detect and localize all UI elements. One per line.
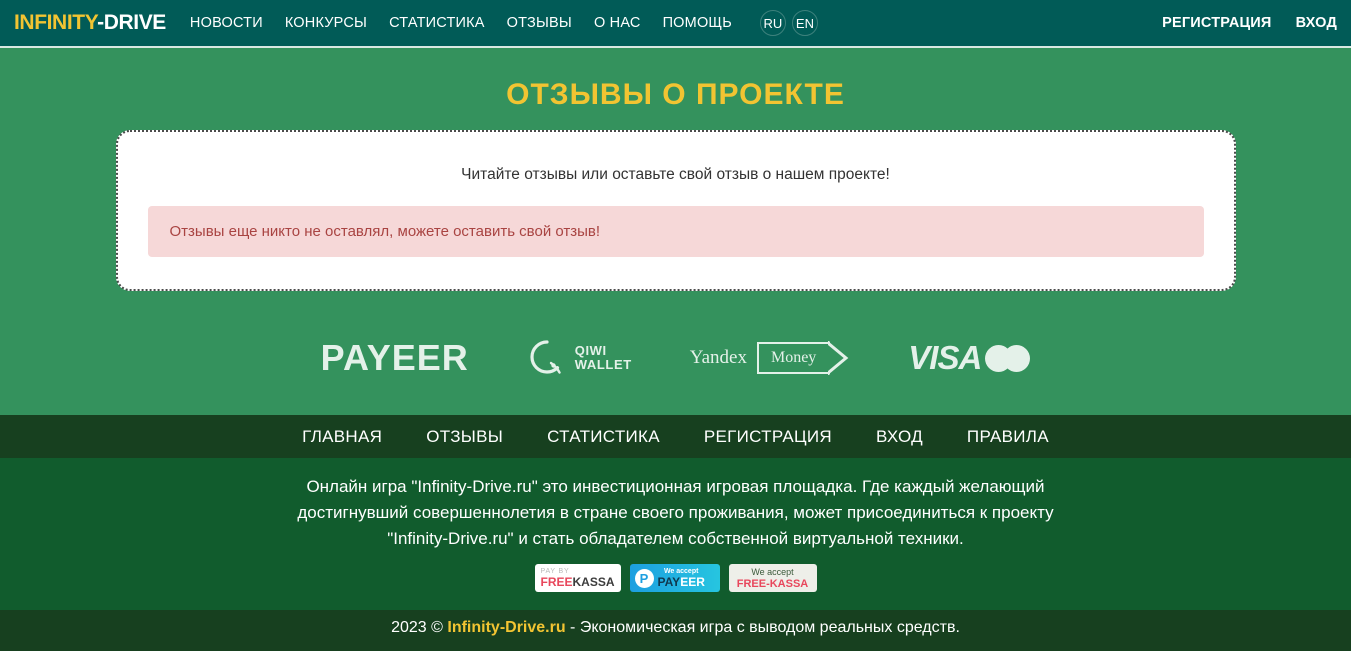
reviews-card-wrapper: Читайте отзывы или оставьте свой отзыв о… [0, 130, 1351, 291]
copyright-bar: 2023 © Infinity-Drive.ru - Экономическая… [0, 610, 1351, 651]
payment-badges: PAY BY FREEKASSA P We accept PAYEER We a… [0, 552, 1351, 600]
nav-item-reviews[interactable]: ОТЗЫВЫ [507, 15, 572, 31]
account-nav: РЕГИСТРАЦИЯ ВХОД [1162, 15, 1337, 31]
main-content: ОТЗЫВЫ О ПРОЕКТЕ Читайте отзывы или оста… [0, 48, 1351, 415]
nav-item-about[interactable]: О НАС [594, 15, 641, 31]
nav-item-contests[interactable]: КОНКУРСЫ [285, 15, 367, 31]
lang-button-ru[interactable]: RU [759, 10, 786, 36]
badge-freekassa-kassa: KASSA [572, 574, 615, 589]
site-logo[interactable]: INFINITY-DRIVE [14, 11, 166, 35]
logo-text-drive: -DRIVE [97, 11, 166, 34]
yandex-arrow-icon [828, 341, 849, 375]
nav-item-statistics[interactable]: СТАТИСТИКА [389, 15, 485, 31]
qiwi-line-1: QIWI [574, 343, 607, 358]
logo-text-infinity: INFINITY [14, 11, 98, 34]
qiwi-text: QIWI WALLET [575, 344, 632, 372]
reviews-intro-text: Читайте отзывы или оставьте свой отзыв о… [461, 166, 890, 183]
qiwi-wallet-logo: QIWI WALLET [527, 338, 632, 378]
copyright-suffix: - Экономическая игра с выводом реальных … [565, 619, 960, 636]
badge-freekassa-free: FREE [540, 574, 573, 589]
site-description-text: Онлайн игра "Infinity-Drive.ru" это инве… [256, 474, 1096, 552]
qiwi-line-2: WALLET [574, 357, 632, 372]
site-description-band: Онлайн игра "Infinity-Drive.ru" это инве… [0, 458, 1351, 610]
yandex-money-logo: Yandex Money [690, 341, 851, 375]
nav-item-help[interactable]: ПОМОЩЬ [663, 15, 732, 31]
yandex-money-text: Money [756, 342, 831, 374]
page-title: ОТЗЫВЫ О ПРОЕКТЕ [506, 78, 845, 111]
lang-button-en[interactable]: EN [791, 10, 818, 36]
badge-freekassa2-top-text: We accept [751, 566, 794, 577]
yandex-text: Yandex [689, 347, 747, 368]
primary-nav: НОВОСТИ КОНКУРСЫ СТАТИСТИКА ОТЗЫВЫ О НАС… [190, 10, 818, 36]
payeer-p-icon: P [634, 568, 654, 588]
footer-link-register[interactable]: РЕГИСТРАЦИЯ [704, 427, 832, 447]
login-button[interactable]: ВХОД [1296, 15, 1337, 31]
description-line-1: Онлайн игра "Infinity-Drive.ru" это инве… [306, 477, 1045, 496]
badge-payeer-pay: PAY [657, 575, 681, 589]
mastercard-circles-icon [985, 344, 1031, 372]
badge-payeer-text: We accept PAYEER [658, 567, 705, 589]
badge-freekassa2-name: FREE-KASSA [736, 577, 809, 590]
visa-mastercard-logo: VISA [908, 339, 1031, 377]
badge-we-accept-payeer[interactable]: P We accept PAYEER [629, 564, 720, 592]
visa-text: VISA [908, 339, 982, 376]
badge-freekassa-name: FREEKASSA [540, 574, 615, 589]
language-switcher: RU EN [759, 10, 818, 36]
badge-payeer-eer: EER [680, 575, 705, 589]
no-reviews-alert: Отзывы еще никто не оставлял, можете ост… [147, 206, 1204, 257]
nav-item-news[interactable]: НОВОСТИ [190, 15, 263, 31]
badge-pay-by-freekassa[interactable]: PAY BY FREEKASSA [534, 564, 621, 592]
description-line-3: "Infinity-Drive.ru" и стать обладателем … [387, 529, 964, 548]
mastercard-circle-right [1003, 344, 1031, 372]
footer-link-login[interactable]: ВХОД [876, 427, 923, 447]
reviews-card: Читайте отзывы или оставьте свой отзыв о… [115, 130, 1236, 291]
description-line-2: достигнувший совершеннолетия в стране св… [297, 503, 1054, 522]
copyright-site-link[interactable]: Infinity-Drive.ru [447, 619, 565, 636]
top-navbar: INFINITY-DRIVE НОВОСТИ КОНКУРСЫ СТАТИСТИ… [0, 0, 1351, 48]
footer-link-statistics[interactable]: СТАТИСТИКА [547, 427, 660, 447]
footer-link-home[interactable]: ГЛАВНАЯ [302, 427, 382, 447]
register-button[interactable]: РЕГИСТРАЦИЯ [1162, 15, 1271, 31]
footer-link-reviews[interactable]: ОТЗЫВЫ [426, 427, 503, 447]
footer-navigation: ГЛАВНАЯ ОТЗЫВЫ СТАТИСТИКА РЕГИСТРАЦИЯ ВХ… [0, 415, 1351, 458]
badge-we-accept-freekassa[interactable]: We accept FREE-KASSA [728, 564, 817, 592]
payment-logo-strip: PAYEER QIWI WALLET Yandex Money VISA [0, 291, 1351, 415]
qiwi-circle-icon [530, 340, 561, 374]
copyright-prefix: 2023 © [391, 619, 448, 636]
payeer-logo: PAYEER [320, 337, 469, 378]
footer-link-rules[interactable]: ПРАВИЛА [967, 427, 1049, 447]
badge-payeer-name: PAYEER [658, 576, 705, 589]
